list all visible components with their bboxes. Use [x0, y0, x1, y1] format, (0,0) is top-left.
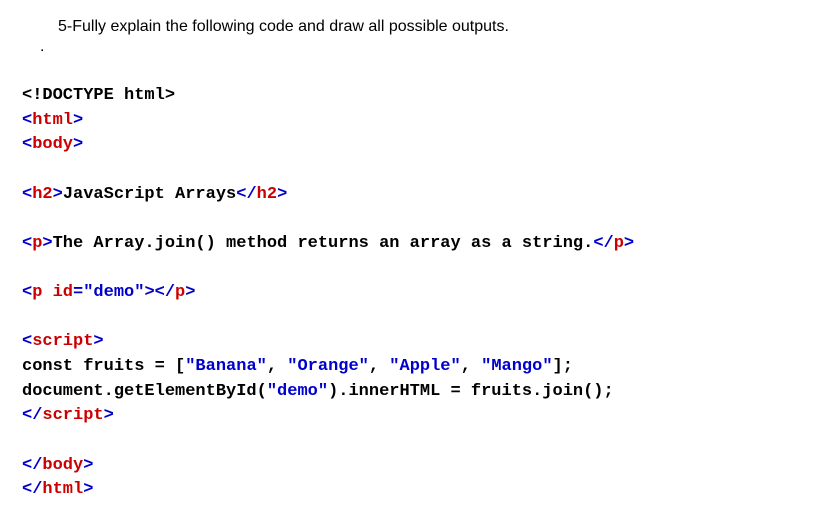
code-text: ).innerHTML = fruits.join();	[328, 382, 614, 401]
tag-name: body	[32, 135, 73, 154]
string-literal: "Mango"	[481, 357, 552, 376]
code-text: ,	[267, 357, 287, 376]
angle-bracket: <	[22, 234, 32, 253]
tag-name: p	[32, 283, 42, 302]
equals: =	[73, 283, 83, 302]
string-literal: "demo"	[267, 382, 328, 401]
code-line: <!DOCTYPE html>	[22, 86, 175, 105]
tag-name: script	[32, 332, 93, 351]
tag-name: p	[614, 234, 624, 253]
tag-name: script	[42, 406, 103, 425]
angle-bracket: >	[277, 185, 287, 204]
angle-bracket: <	[22, 283, 32, 302]
question-dot: .	[40, 38, 814, 56]
angle-bracket: </	[22, 406, 42, 425]
string-literal: "Orange"	[287, 357, 369, 376]
tag-name: body	[42, 456, 83, 475]
code-block: <!DOCTYPE html> <html> <body> <h2>JavaSc…	[22, 84, 814, 503]
angle-bracket: <	[22, 332, 32, 351]
angle-bracket: </	[236, 185, 256, 204]
attr-name: id	[53, 283, 73, 302]
angle-bracket: >	[104, 406, 114, 425]
tag-name: p	[175, 283, 185, 302]
paragraph-text: The Array.join() method returns an array…	[53, 234, 594, 253]
string-literal: "Apple"	[389, 357, 460, 376]
angle-bracket: ></	[144, 283, 175, 302]
heading-text: JavaScript Arrays	[63, 185, 236, 204]
angle-bracket: >	[83, 456, 93, 475]
angle-bracket: <	[22, 111, 32, 130]
angle-bracket: <	[22, 135, 32, 154]
tag-name: html	[42, 480, 83, 499]
angle-bracket: </	[22, 456, 42, 475]
code-text: document.getElementById(	[22, 382, 267, 401]
tag-name: h2	[257, 185, 277, 204]
angle-bracket: >	[83, 480, 93, 499]
tag-name: h2	[32, 185, 52, 204]
angle-bracket: >	[624, 234, 634, 253]
code-text: const fruits = [	[22, 357, 185, 376]
angle-bracket: >	[42, 234, 52, 253]
angle-bracket: </	[593, 234, 613, 253]
code-text: ,	[461, 357, 481, 376]
question-text: 5-Fully explain the following code and d…	[58, 18, 814, 36]
angle-bracket: >	[73, 135, 83, 154]
space	[42, 283, 52, 302]
angle-bracket: >	[73, 111, 83, 130]
angle-bracket: >	[93, 332, 103, 351]
attr-value: "demo"	[83, 283, 144, 302]
angle-bracket: >	[185, 283, 195, 302]
code-text: ,	[369, 357, 389, 376]
angle-bracket: >	[53, 185, 63, 204]
angle-bracket: </	[22, 480, 42, 499]
angle-bracket: <	[22, 185, 32, 204]
code-text: ];	[553, 357, 573, 376]
document-page: 5-Fully explain the following code and d…	[0, 0, 836, 521]
tag-name: html	[32, 111, 73, 130]
tag-name: p	[32, 234, 42, 253]
string-literal: "Banana"	[185, 357, 267, 376]
